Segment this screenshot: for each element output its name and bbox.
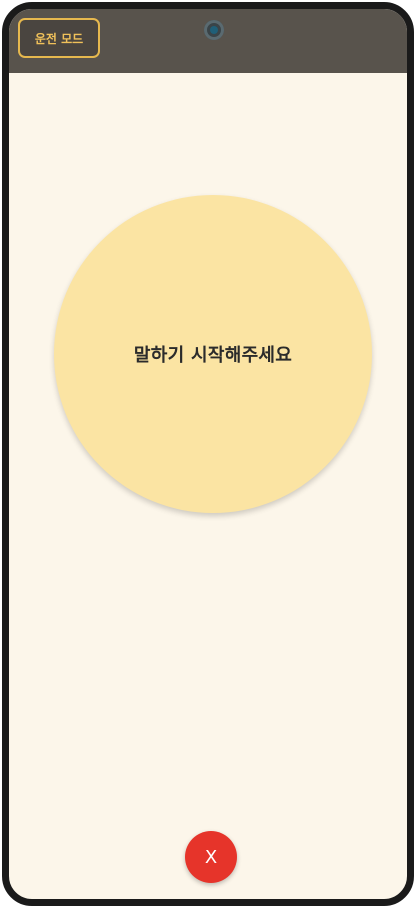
front-camera-icon — [204, 20, 224, 40]
drive-mode-label: 운전 모드 — [34, 31, 84, 46]
camera-lens — [210, 26, 218, 34]
speak-prompt-circle[interactable]: 말하기 시작해주세요 — [54, 195, 372, 513]
top-bar: 운전 모드 — [9, 9, 407, 73]
close-icon: X — [204, 846, 218, 868]
speak-prompt-text: 말하기 시작해주세요 — [133, 345, 293, 366]
phone-frame: 운전 모드 말하기 시작해주세요 X — [2, 2, 414, 906]
close-button[interactable]: X — [185, 831, 237, 883]
drive-mode-button[interactable]: 운전 모드 — [18, 18, 100, 58]
